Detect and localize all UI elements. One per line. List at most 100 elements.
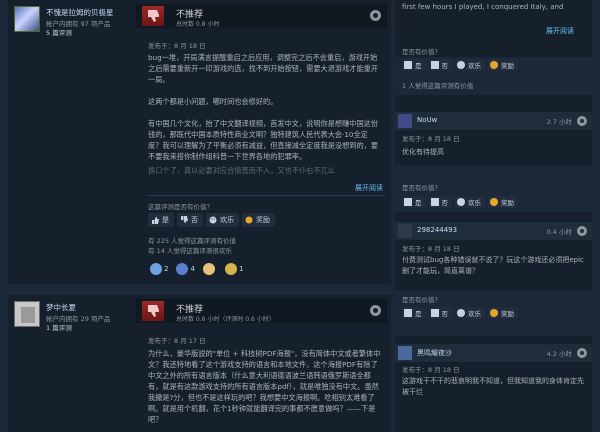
author-name[interactable]: 梦中长夏 <box>46 302 76 313</box>
hours-played: 总时数 0.6 小时（评测时 0.6 小时） <box>176 316 275 323</box>
review-body: 为什么，豪华版説的"单位 + 科技树PDF海报"，没有简体中文或者繁体中文？我还… <box>148 348 382 432</box>
award-item[interactable]: 2 <box>150 263 168 275</box>
posted-date: 发布于：8 月 18 日 <box>148 42 206 50</box>
vote-funny-label: 欢乐 <box>468 62 481 70</box>
avatar[interactable] <box>14 301 40 327</box>
award-count: 4 <box>190 265 195 273</box>
recent-reviews-column: first few hours I played, I conquered It… <box>395 0 600 432</box>
review-paragraph: 这两个都是小问题，嘟时间也会修好的。 <box>148 97 278 106</box>
side-review-text: 付费测试bug各种错误就不说了？玩这个游戏还必须把epic删了才能玩，简直离谱？ <box>402 256 584 275</box>
hours-played: 4.2 小时 <box>546 350 572 358</box>
side-review-text: 优化有待提高 <box>402 148 444 156</box>
steam-icon <box>370 10 381 21</box>
helpful-question: 是否有价值？ <box>402 184 441 192</box>
vote-yes-label: 是 <box>415 62 422 70</box>
hours-played: 0.4 小时 <box>546 228 572 236</box>
posted-date: 发布于：8 月 17 日 <box>148 337 206 345</box>
review-paragraph: bug一堆，开局满言提醒重启之后应用，调整完之后不会重启，游戏开始之后需要重新开… <box>148 53 379 84</box>
read-more-link[interactable]: 展开阅读 <box>355 183 383 193</box>
hours-played: 2.7 小时 <box>546 118 572 126</box>
posted-date: 发布于：8 月 18 日 <box>402 135 460 143</box>
posted-date: 发布于：8 月 18 日 <box>402 366 460 374</box>
smiley-icon <box>209 216 217 224</box>
vote-funny-label: 欢乐 <box>468 199 481 207</box>
vote-no-label: 否 <box>441 199 449 207</box>
award-button[interactable]: 奖励 <box>242 213 275 227</box>
author-name[interactable]: 不愧是拉姆的贝极星 <box>46 7 114 18</box>
side-review-user[interactable]: 298244493 0.4 小时 <box>395 222 592 240</box>
award-item[interactable]: 4 <box>176 263 195 275</box>
vote-funny-label: 欢乐 <box>468 310 481 318</box>
vote-no-label: 否 <box>441 62 449 70</box>
award-list: 2 4 1 <box>150 263 243 275</box>
steam-icon <box>577 226 587 236</box>
vote-no-button[interactable]: 否 <box>428 196 452 208</box>
award-button[interactable]: 奖励 <box>488 59 518 71</box>
vote-no-button[interactable]: 否 <box>428 307 452 319</box>
side-review-card: 黑鸣耀夜沙 4.2 小时 发布于：8 月 18 日 这游戏干不干的悲哀明我不知道… <box>395 336 592 432</box>
vote-funny-button[interactable]: 欢乐 <box>455 307 485 319</box>
steam-icon <box>577 348 587 358</box>
divider <box>148 195 385 196</box>
avatar[interactable] <box>398 114 412 128</box>
review-paragraph: 为什么，豪华版説的"单位 + 科技树PDF海报"，没有简体中文或者繁体中文？我还… <box>148 349 381 424</box>
review-body: bug一堆，开局满言提醒重启之后应用，调整完之后不会重启，游戏开始之后需要重新开… <box>148 52 382 173</box>
award-item[interactable]: 1 <box>224 263 244 275</box>
vote-buttons: 是 否 欢乐 奖励 <box>402 196 518 208</box>
side-review-text: first few hours I played, I conquered It… <box>402 3 564 11</box>
posted-date: 发布于：8 月 18 日 <box>402 245 460 253</box>
award-label: 奖励 <box>501 62 514 70</box>
thumbs-down-icon <box>142 301 164 321</box>
vote-yes-button[interactable]: 是 <box>402 196 426 208</box>
side-review-user[interactable]: 黑鸣耀夜沙 4.2 小时 <box>395 344 592 362</box>
author-reviews[interactable]: 1 篇评测 <box>46 322 72 332</box>
award-button[interactable]: 奖励 <box>488 307 518 319</box>
avatar[interactable] <box>14 6 40 32</box>
vote-funny-button[interactable]: 欢乐 <box>455 59 485 71</box>
vote-funny-label: 欢乐 <box>220 216 234 224</box>
vote-yes-label: 是 <box>415 199 422 207</box>
side-username[interactable]: 黑鸣耀夜沙 <box>417 348 452 358</box>
award-count: 1 <box>238 265 244 273</box>
award-icon-3 <box>202 263 215 275</box>
award-label: 奖励 <box>501 310 514 318</box>
review-verdict-header[interactable]: 不推荐 总时数 0.8 小时 <box>136 4 387 28</box>
award-item[interactable] <box>202 263 217 275</box>
thumbs-down-icon <box>142 6 164 26</box>
side-review-user[interactable]: NoUw 2.7 小时 <box>395 112 592 130</box>
side-username[interactable]: 298244493 <box>417 226 457 234</box>
vote-no-button[interactable]: 否 <box>177 213 203 227</box>
award-icon-2 <box>176 263 189 275</box>
steam-icon <box>577 116 587 126</box>
side-review-card: NoUw 2.7 小时 发布于：8 月 18 日 优化有待提高 <box>395 95 592 165</box>
helpful-question: 是否有价值？ <box>402 296 441 304</box>
review-verdict-header[interactable]: 不推荐 总时数 0.6 小时（评测时 0.6 小时） <box>136 299 387 323</box>
award-label: 奖励 <box>501 199 514 207</box>
vote-buttons: 是 否 欢乐 奖励 <box>402 307 518 319</box>
thumbs-up-icon <box>152 217 159 224</box>
reviews-page: 不愧是拉姆的贝极星 帐户内拥有 97 项产品 5 篇评测 不推荐 总时数 0.8… <box>0 0 600 432</box>
helpful-count: 有 225 人觉得这篇评测有价值 <box>148 237 237 245</box>
review-card: 梦中长夏 帐户内拥有 29 项产品 1 篇评测 不推荐 总时数 0.6 小时（评… <box>8 295 391 432</box>
hours-played: 总时数 0.8 小时 <box>176 21 220 28</box>
steam-icon <box>370 305 381 316</box>
author-reviews[interactable]: 5 篇评测 <box>46 27 72 37</box>
avatar[interactable] <box>398 346 412 360</box>
vote-funny-button[interactable]: 欢乐 <box>206 213 239 227</box>
read-more-link[interactable]: 展开阅读 <box>546 26 574 36</box>
vote-no-label: 否 <box>191 216 198 224</box>
vote-no-button[interactable]: 否 <box>428 59 452 71</box>
vote-funny-button[interactable]: 欢乐 <box>455 196 485 208</box>
vote-yes-button[interactable]: 是 <box>402 307 426 319</box>
vote-no-label: 否 <box>441 310 449 318</box>
award-icon-4 <box>224 263 237 275</box>
award-icon-1 <box>150 263 162 275</box>
side-username[interactable]: NoUw <box>417 116 437 124</box>
vote-yes-button[interactable]: 是 <box>148 213 174 227</box>
award-button[interactable]: 奖励 <box>488 196 518 208</box>
award-label: 奖励 <box>256 216 270 224</box>
review-faded-text: 换口个了，真以必要对应合情普而不入，又也不仆右不兀么 <box>148 166 335 175</box>
thumbs-down-icon <box>181 216 188 223</box>
avatar[interactable] <box>398 224 412 238</box>
vote-yes-button[interactable]: 是 <box>402 59 426 71</box>
